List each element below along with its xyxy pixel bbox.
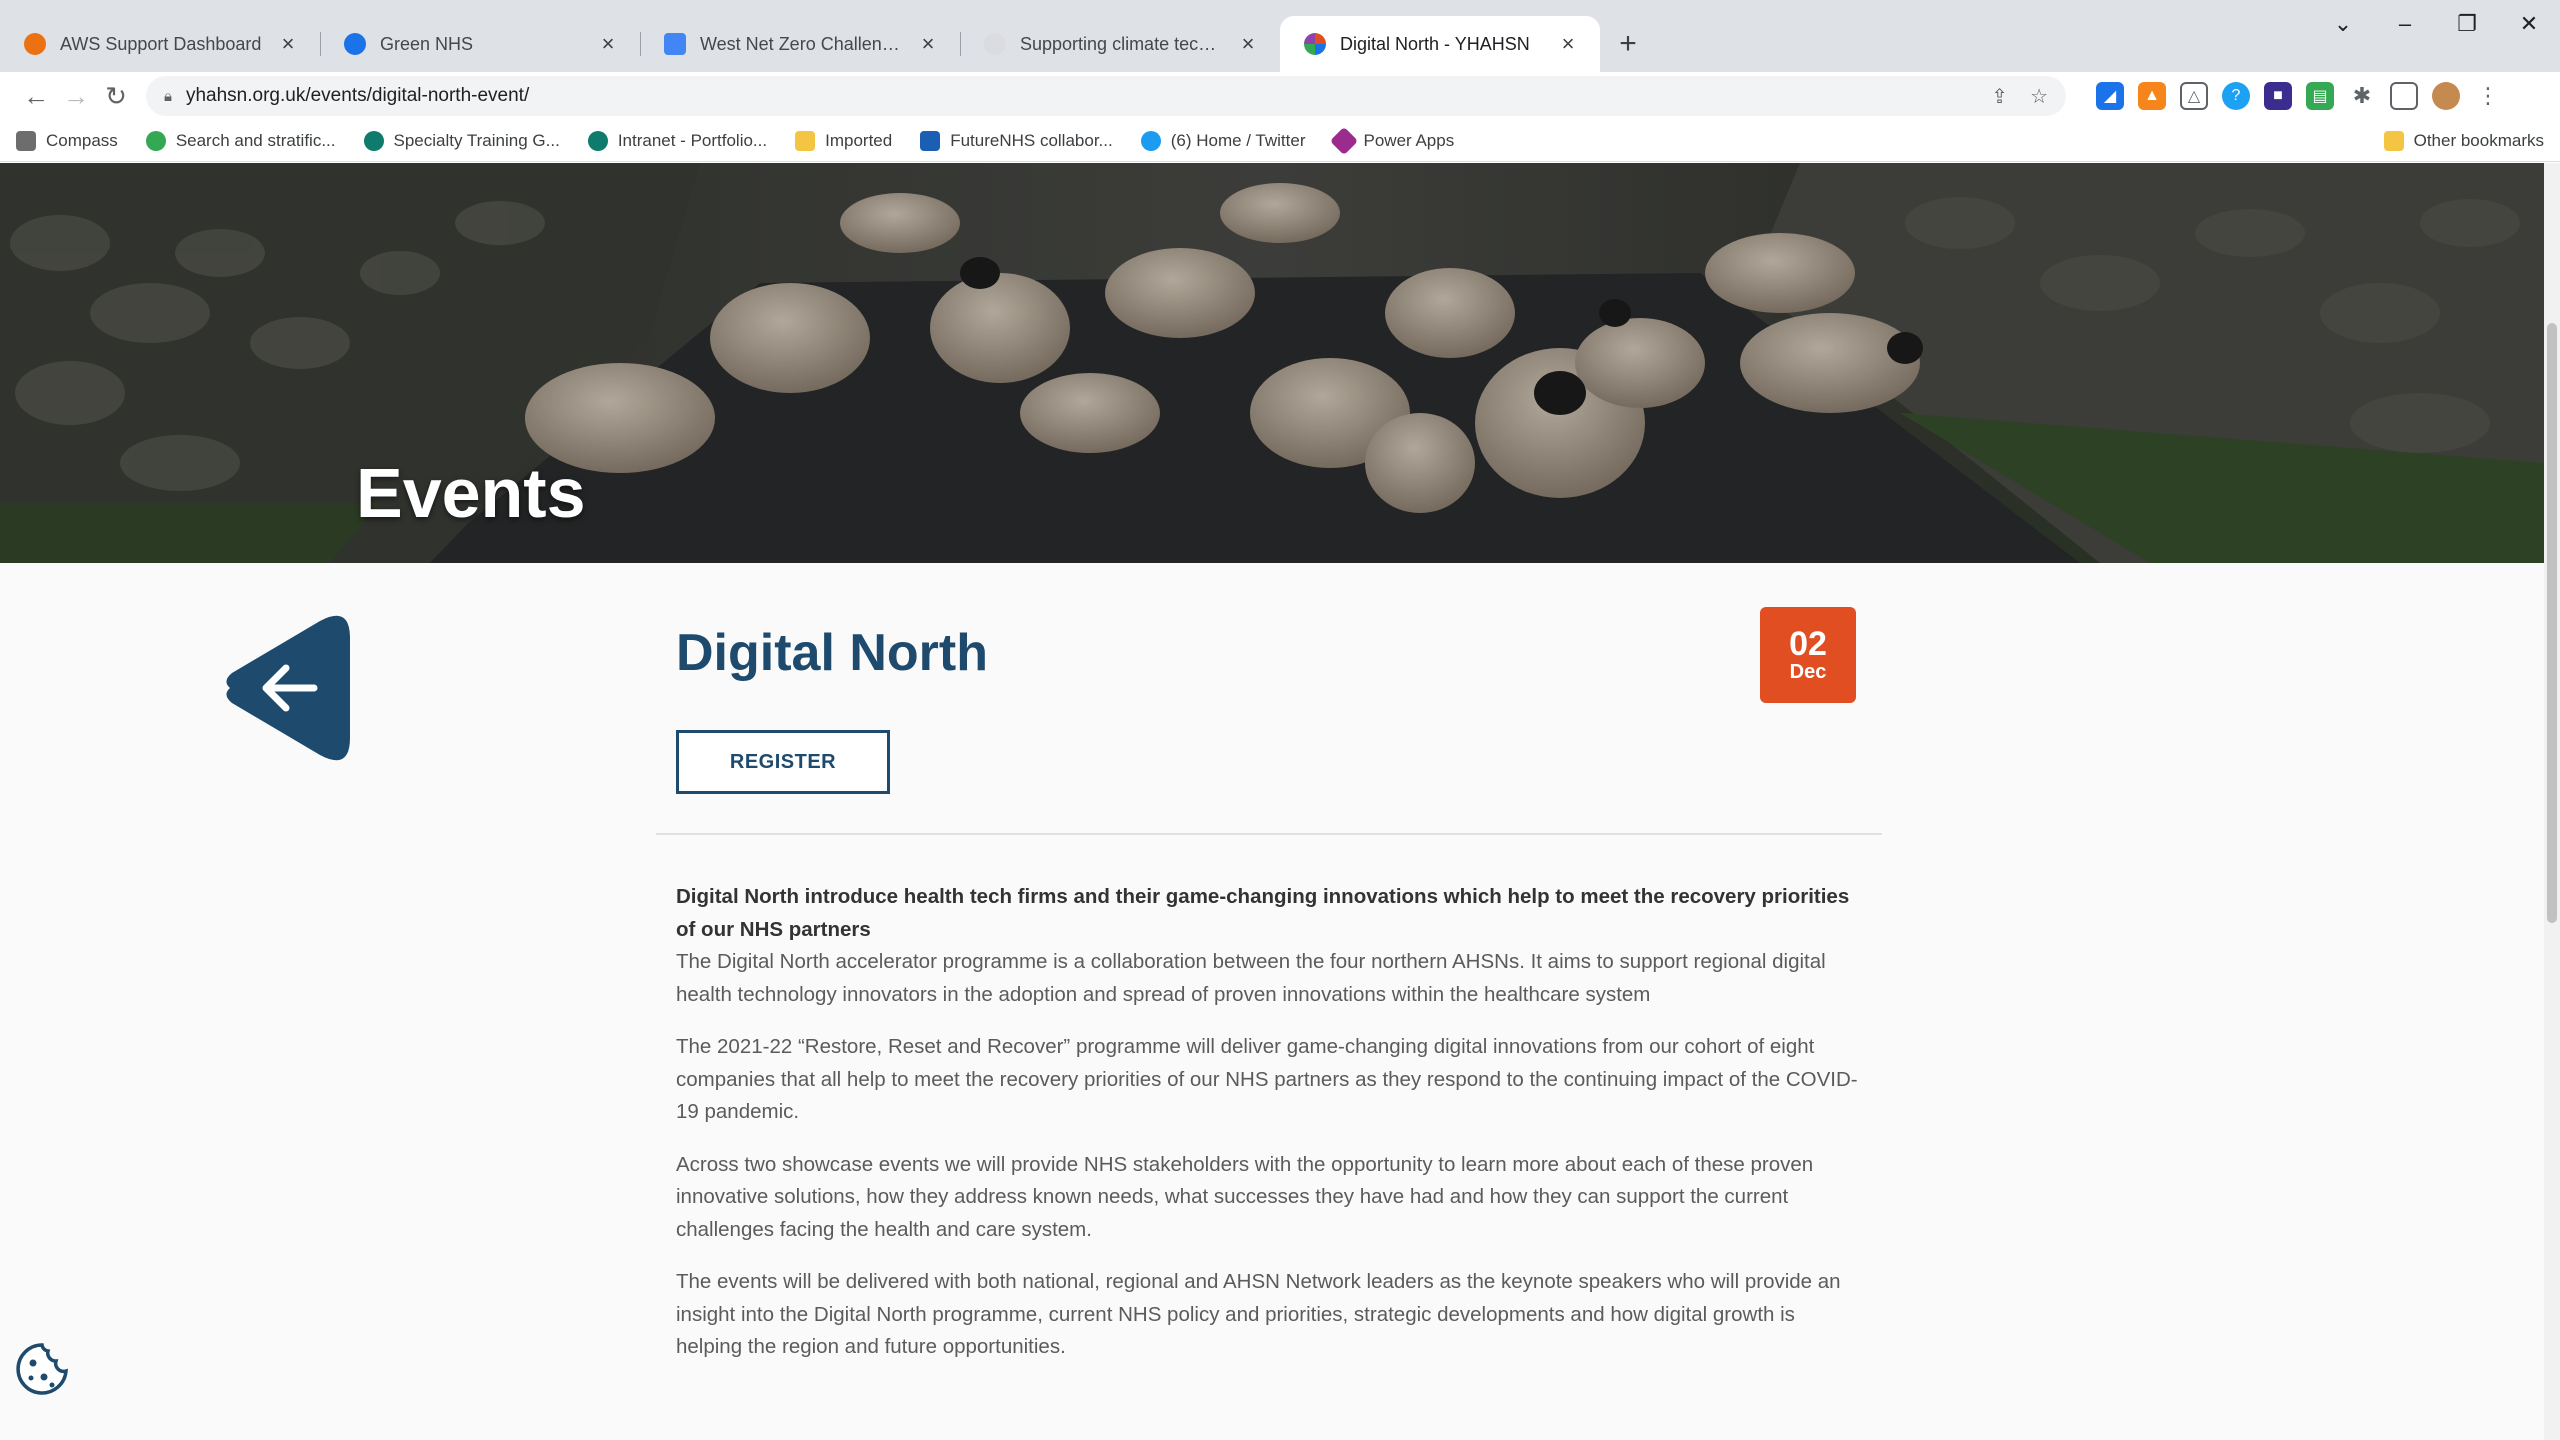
bookmark-label: Power Apps [1363, 130, 1455, 150]
tab-title: Green NHS [380, 33, 474, 54]
browser-tab[interactable]: West Net Zero Challenge - West × [640, 16, 960, 72]
forward-nav-icon[interactable]: → [56, 76, 96, 116]
bookmarks-bar: Compass Search and stratific... Specialt… [0, 120, 2560, 162]
bookmark-label: Intranet - Portfolio... [617, 130, 768, 150]
page-scrollbar[interactable] [2544, 163, 2560, 1440]
bookmark-item[interactable]: Power Apps [1329, 126, 1455, 155]
twitter-bird-icon [1140, 130, 1161, 151]
close-tab-icon[interactable]: × [1556, 31, 1580, 57]
body-paragraph: The 2021-22 “Restore, Reset and Recover”… [676, 1035, 1858, 1123]
body-paragraph: The events will be delivered with both n… [676, 1270, 1841, 1358]
side-panel-icon[interactable] [2390, 82, 2418, 110]
window-controls: ⌄ – ❐ ✕ [2312, 0, 2560, 48]
browser-toolbar: ← → ↻ 🔒︎ yhahsn.org.uk/events/digital-no… [0, 72, 2560, 120]
close-tab-icon[interactable]: × [1236, 31, 1260, 57]
browser-tab[interactable]: Green NHS × [320, 16, 640, 72]
close-tab-icon[interactable]: × [276, 31, 300, 57]
back-nav-icon[interactable]: ← [16, 76, 56, 116]
address-bar[interactable]: 🔒︎ yhahsn.org.uk/events/digital-north-ev… [146, 76, 2066, 116]
share-icon[interactable]: ⇪ [1991, 84, 2008, 109]
futurenhs-bookmark-icon [920, 130, 941, 151]
bookmark-label: Search and stratific... [175, 130, 336, 150]
tab-search-icon[interactable]: ⌄ [2312, 11, 2374, 37]
tab-title: Digital North - YHAHSN [1340, 33, 1530, 54]
supporting-climate-favicon-icon [984, 33, 1006, 55]
register-button[interactable]: REGISTER [676, 730, 890, 794]
date-month: Dec [1789, 661, 1827, 683]
aws-favicon-icon [24, 33, 46, 55]
back-arrow-button[interactable] [210, 613, 350, 763]
minimize-button[interactable]: – [2374, 11, 2436, 37]
close-tab-icon[interactable]: × [916, 31, 940, 57]
reload-icon[interactable]: ↻ [96, 76, 136, 116]
browser-tab-strip: AWS Support Dashboard × Green NHS × West… [0, 0, 2560, 72]
tab-title: West Net Zero Challenge - West [700, 33, 902, 54]
west-net-zero-favicon-icon [664, 33, 686, 55]
lock-icon[interactable]: 🔒︎ [164, 88, 172, 105]
bookmark-label: Imported [825, 130, 893, 150]
date-badge: 02 Dec [1760, 607, 1856, 703]
bookmark-item[interactable]: Compass [16, 130, 118, 151]
power-apps-icon [1329, 126, 1358, 155]
extension-icon[interactable]: ? [2222, 82, 2250, 110]
body-paragraph: The Digital North accelerator programme … [676, 950, 1826, 1006]
date-day: 02 [1789, 625, 1827, 663]
metamask-extension-icon[interactable]: ▲ [2138, 82, 2166, 110]
other-bookmarks[interactable]: Other bookmarks [2383, 130, 2544, 151]
bookmark-star-icon[interactable]: ☆ [2030, 84, 2048, 109]
bookmark-item[interactable]: (6) Home / Twitter [1140, 130, 1306, 151]
yhahsn-favicon-icon [1304, 33, 1326, 55]
hero-banner: Events [0, 163, 2544, 563]
browser-tab-active[interactable]: Digital North - YHAHSN × [1280, 16, 1600, 72]
sheets-extension-icon[interactable]: ▤ [2306, 82, 2334, 110]
event-description: Digital North introduce health tech firm… [676, 881, 1866, 1384]
cookie-settings-icon[interactable] [14, 1341, 70, 1397]
menu-kebab-icon[interactable]: ⋮ [2474, 82, 2502, 110]
search-stratific-bookmark-icon [145, 130, 166, 151]
profile-avatar[interactable] [2432, 82, 2460, 110]
compass-bookmark-icon [16, 130, 36, 151]
new-tab-button[interactable]: + [1600, 16, 1656, 72]
close-window-button[interactable]: ✕ [2498, 11, 2560, 37]
green-nhs-favicon-icon [344, 33, 366, 55]
bookmark-label: Specialty Training G... [393, 130, 560, 150]
url-text[interactable]: yhahsn.org.uk/events/digital-north-event… [186, 85, 529, 107]
divider [656, 833, 1882, 835]
extension-icon[interactable]: ■ [2264, 82, 2292, 110]
hero-title: Events [356, 454, 586, 532]
bookmark-item[interactable]: FutureNHS collabor... [920, 130, 1113, 151]
web-page: Events Digital North 02 Dec REGISTER Dig… [0, 163, 2544, 1440]
drive-extension-icon[interactable]: △ [2180, 82, 2208, 110]
bookmark-item[interactable]: Search and stratific... [145, 130, 336, 151]
bookmark-item[interactable]: Intranet - Portfolio... [587, 130, 768, 151]
bookmark-item[interactable]: Imported [795, 130, 893, 151]
bookmark-label: Compass [46, 130, 118, 150]
bookmark-label: (6) Home / Twitter [1170, 130, 1306, 150]
browser-tab[interactable]: Supporting climate tech in healt × [960, 16, 1280, 72]
extension-icon[interactable]: ◢ [2096, 82, 2124, 110]
specialty-training-bookmark-icon [363, 130, 384, 151]
close-tab-icon[interactable]: × [596, 31, 620, 57]
bookmark-item[interactable]: Specialty Training G... [363, 130, 560, 151]
extensions-puzzle-icon[interactable]: ✱ [2348, 82, 2376, 110]
folder-icon [795, 130, 816, 151]
body-paragraph: Across two showcase events we will provi… [676, 1152, 1814, 1241]
tab-title: Supporting climate tech in healt [1020, 33, 1222, 54]
folder-icon [2383, 130, 2404, 151]
event-title: Digital North [676, 624, 988, 682]
tab-title: AWS Support Dashboard [60, 33, 262, 54]
bookmark-label: Other bookmarks [2413, 130, 2544, 150]
scrollbar-thumb[interactable] [2547, 323, 2557, 923]
lead-paragraph: Digital North introduce health tech firm… [676, 885, 1850, 941]
browser-tab[interactable]: AWS Support Dashboard × [0, 16, 320, 72]
intranet-bookmark-icon [587, 130, 608, 151]
bookmark-label: FutureNHS collabor... [950, 130, 1113, 150]
restore-button[interactable]: ❐ [2436, 11, 2498, 37]
extensions-area: ◢ ▲ △ ? ■ ▤ ✱ ⋮ [2096, 82, 2502, 110]
